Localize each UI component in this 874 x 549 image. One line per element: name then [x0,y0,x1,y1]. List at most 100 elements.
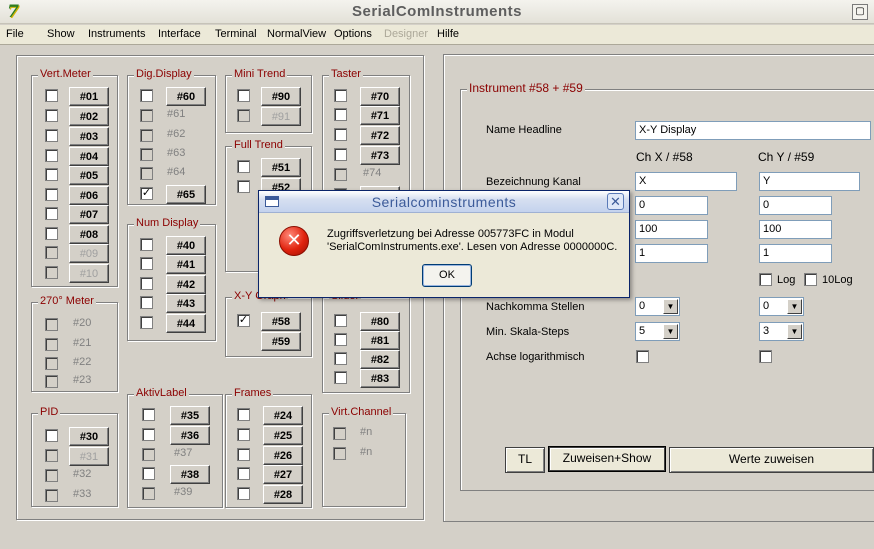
chevron-down-icon[interactable]: ▼ [787,324,802,339]
instrument-button-41[interactable]: #41 [166,255,206,274]
checkbox[interactable] [45,149,58,162]
log10-checkbox[interactable] [804,273,817,286]
checkbox[interactable] [142,428,155,441]
instrument-button-90[interactable]: #90 [261,87,301,106]
chevron-down-icon[interactable]: ▼ [663,299,678,314]
instrument-button-36[interactable]: #36 [170,426,210,445]
menu-normalview[interactable]: NormalView [267,28,326,40]
instrument-button-04[interactable]: #04 [69,147,109,166]
chy-nachkomma-select[interactable]: 0 ▼ [759,297,804,316]
chy-skala-select[interactable]: 3 ▼ [759,322,804,341]
checkbox[interactable] [334,148,347,161]
instrument-button-81[interactable]: #81 [360,331,400,350]
checkbox[interactable] [334,333,347,346]
instrument-button-83[interactable]: #83 [360,369,400,388]
checkbox[interactable] [45,109,58,122]
chx-min-input[interactable]: 0 [635,196,708,215]
checkbox[interactable] [334,89,347,102]
instrument-button-38[interactable]: #38 [170,465,210,484]
checkbox[interactable] [334,352,347,365]
checkbox[interactable] [237,428,250,441]
chy-min-input[interactable]: 0 [759,196,832,215]
ok-button[interactable]: OK [422,264,472,287]
checkbox-checked[interactable]: ✓ [140,187,153,200]
checkbox[interactable] [237,408,250,421]
checkbox[interactable] [140,89,153,102]
checkbox[interactable] [140,277,153,290]
chy-max-input[interactable]: 100 [759,220,832,239]
checkbox-checked[interactable]: ✓ [237,314,250,327]
menu-terminal[interactable]: Terminal [215,28,257,40]
zuweisen-show-button[interactable]: Zuweisen+Show [548,446,666,472]
checkbox[interactable] [237,180,250,193]
instrument-button-26[interactable]: #26 [263,446,303,465]
instrument-button-43[interactable]: #43 [166,294,206,313]
checkbox[interactable] [45,89,58,102]
instrument-button-05[interactable]: #05 [69,166,109,185]
checkbox[interactable] [142,467,155,480]
chy-name-input[interactable]: Y [759,172,860,191]
chx-name-input[interactable]: X [635,172,737,191]
checkbox[interactable] [45,168,58,181]
chy-log-axis-checkbox[interactable] [759,350,772,363]
instrument-button-35[interactable]: #35 [170,406,210,425]
menu-instruments[interactable]: Instruments [88,28,145,40]
instrument-button-03[interactable]: #03 [69,127,109,146]
menu-file[interactable]: File [6,28,24,40]
chevron-down-icon[interactable]: ▼ [787,299,802,314]
checkbox[interactable] [140,257,153,270]
chevron-down-icon[interactable]: ▼ [663,324,678,339]
menu-show[interactable]: Show [47,28,75,40]
chx-max-input[interactable]: 100 [635,220,708,239]
instrument-button-80[interactable]: #80 [360,312,400,331]
checkbox[interactable] [142,408,155,421]
checkbox[interactable] [334,108,347,121]
instrument-button-24[interactable]: #24 [263,406,303,425]
instrument-button-40[interactable]: #40 [166,236,206,255]
checkbox[interactable] [334,371,347,384]
checkbox[interactable] [237,467,250,480]
chy-factor-input[interactable]: 1 [759,244,832,263]
checkbox[interactable] [45,188,58,201]
menu-interface[interactable]: Interface [158,28,201,40]
instrument-button-42[interactable]: #42 [166,275,206,294]
instrument-button-51[interactable]: #51 [261,158,301,177]
instrument-button-82[interactable]: #82 [360,350,400,369]
chx-nachkomma-select[interactable]: 0 ▼ [635,297,680,316]
instrument-button-30[interactable]: #30 [69,427,109,446]
instrument-button-01[interactable]: #01 [69,87,109,106]
checkbox[interactable] [334,314,347,327]
instrument-button-73[interactable]: #73 [360,146,400,165]
checkbox[interactable] [237,160,250,173]
instrument-button-60[interactable]: #60 [166,87,206,106]
chx-skala-select[interactable]: 5 ▼ [635,322,680,341]
checkbox[interactable] [237,487,250,500]
checkbox[interactable] [45,129,58,142]
close-icon[interactable]: ✕ [607,193,624,210]
chx-factor-input[interactable]: 1 [635,244,708,263]
name-headline-input[interactable]: X-Y Display [635,121,871,140]
checkbox[interactable] [45,429,58,442]
instrument-button-08[interactable]: #08 [69,225,109,244]
chx-log-axis-checkbox[interactable] [636,350,649,363]
instrument-button-44[interactable]: #44 [166,314,206,333]
instrument-button-07[interactable]: #07 [69,205,109,224]
instrument-button-02[interactable]: #02 [69,107,109,126]
instrument-button-27[interactable]: #27 [263,465,303,484]
restore-window-button[interactable]: ▢ [852,4,868,20]
instrument-button-58[interactable]: #58 [261,312,301,331]
menu-hilfe[interactable]: Hilfe [437,28,459,40]
checkbox[interactable] [45,227,58,240]
instrument-button-71[interactable]: #71 [360,106,400,125]
tl-button[interactable]: TL [505,447,545,473]
log-checkbox[interactable] [759,273,772,286]
instrument-button-25[interactable]: #25 [263,426,303,445]
checkbox[interactable] [334,128,347,141]
instrument-button-70[interactable]: #70 [360,87,400,106]
werte-zuweisen-button[interactable]: Werte zuweisen [669,447,874,473]
instrument-button-59[interactable]: #59 [261,332,301,351]
menu-options[interactable]: Options [334,28,372,40]
checkbox[interactable] [140,296,153,309]
checkbox[interactable] [237,448,250,461]
checkbox[interactable] [45,207,58,220]
